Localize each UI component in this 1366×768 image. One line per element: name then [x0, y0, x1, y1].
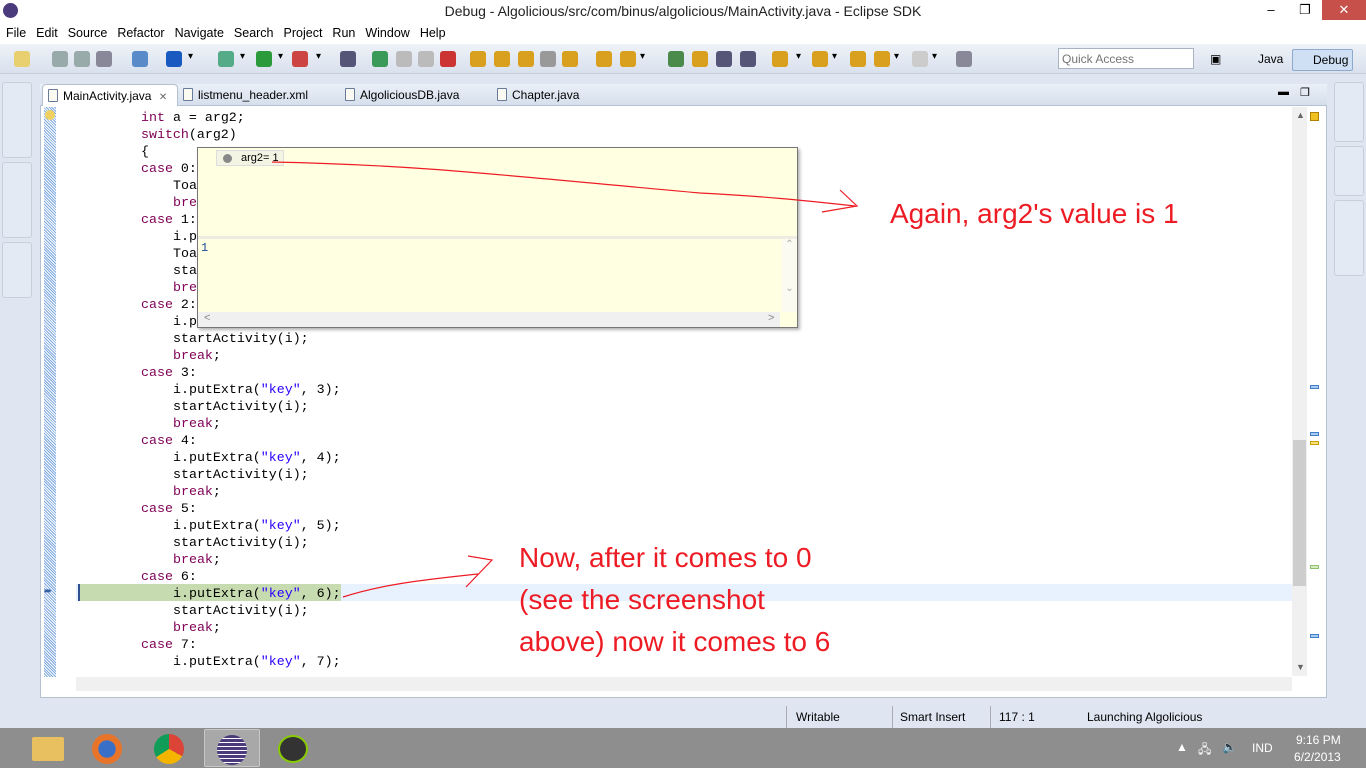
network-icon[interactable]: 🖧 [1198, 740, 1211, 761]
eclipse-icon [217, 735, 247, 765]
chrome-icon [154, 734, 184, 764]
status-divider [786, 706, 787, 728]
status-divider [990, 706, 991, 728]
annotation-line-3: above) now it comes to 6 [519, 626, 831, 657]
annotation-line-2: (see the screenshot [519, 584, 765, 615]
firefox-icon [92, 734, 122, 764]
taskbar-chrome[interactable] [142, 729, 198, 767]
annotation-arrow-2 [342, 555, 494, 598]
status-writable: Writable [796, 710, 840, 724]
clock-time[interactable]: 9:16 PM [1296, 733, 1341, 747]
taskbar-file-explorer[interactable] [20, 729, 76, 767]
input-language[interactable]: IND [1252, 741, 1273, 755]
show-hidden-icons[interactable]: ▲ [1176, 740, 1188, 754]
status-insert-mode: Smart Insert [900, 710, 966, 724]
annotation-arg2-value: Again, arg2's value is 1 [890, 198, 1179, 229]
status-cursor-position: 117 : 1 [999, 710, 1035, 724]
status-progress[interactable]: Launching Algolicious [1087, 710, 1202, 724]
volume-icon[interactable]: 🔈 [1222, 740, 1237, 754]
annotation-line-1: Now, after it comes to 0 [519, 542, 812, 573]
taskbar-firefox[interactable] [80, 729, 136, 767]
clock-date[interactable]: 6/2/2013 [1294, 750, 1341, 764]
taskbar-eclipse[interactable] [204, 729, 260, 767]
status-bar: Writable Smart Insert 117 : 1 Launching … [0, 700, 1366, 728]
android-icon [278, 735, 308, 763]
taskbar: ▲ 🖧 🔈 IND 9:16 PM 6/2/2013 [0, 728, 1366, 768]
folder-icon [32, 737, 64, 761]
annotation-arrow-1 [271, 161, 859, 213]
taskbar-android-sdk[interactable] [266, 729, 322, 767]
status-divider [892, 706, 893, 728]
